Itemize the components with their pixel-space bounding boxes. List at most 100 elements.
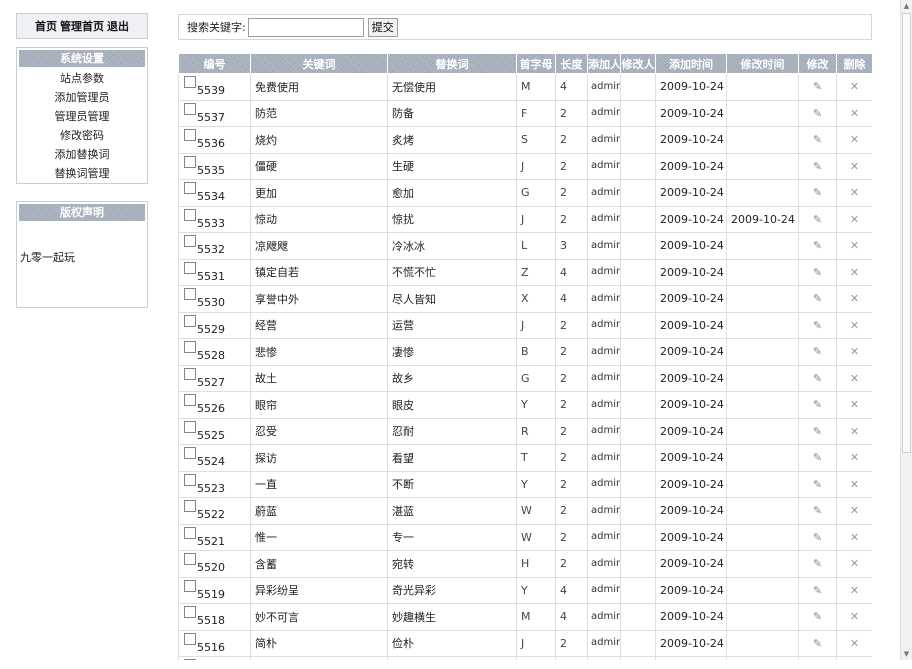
edit-cell[interactable]: ✎ <box>798 470 837 498</box>
cross-icon[interactable]: ✕ <box>850 451 859 464</box>
edit-cell[interactable]: ✎ <box>798 523 837 551</box>
pencil-icon[interactable]: ✎ <box>813 372 822 385</box>
pencil-icon[interactable]: ✎ <box>813 398 822 411</box>
row-checkbox[interactable] <box>184 526 196 539</box>
row-checkbox[interactable] <box>184 659 196 660</box>
cross-icon[interactable]: ✕ <box>850 504 859 517</box>
row-checkbox[interactable] <box>184 182 196 194</box>
cross-icon[interactable]: ✕ <box>850 80 859 93</box>
row-checkbox[interactable] <box>184 102 196 115</box>
edit-cell[interactable]: ✎ <box>798 338 837 366</box>
sidebar-item-admin-manage[interactable]: 管理员管理 <box>17 107 147 126</box>
cross-icon[interactable]: ✕ <box>850 292 859 305</box>
delete-cell[interactable]: ✕ <box>836 656 872 660</box>
search-input[interactable] <box>247 17 364 37</box>
pencil-icon[interactable]: ✎ <box>813 266 822 279</box>
page-scrollbar[interactable]: ▲ ▼ <box>900 0 912 660</box>
pencil-icon[interactable]: ✎ <box>813 133 822 146</box>
sidebar-item-add-replace-word[interactable]: 添加替换词 <box>17 145 147 164</box>
cross-icon[interactable]: ✕ <box>850 372 859 385</box>
delete-cell[interactable]: ✕ <box>836 550 872 578</box>
cross-icon[interactable]: ✕ <box>850 531 859 544</box>
row-checkbox[interactable] <box>184 553 196 565</box>
submit-button[interactable]: 提交 <box>367 17 398 37</box>
row-checkbox[interactable] <box>184 394 196 406</box>
pencil-icon[interactable]: ✎ <box>813 186 822 199</box>
edit-cell[interactable]: ✎ <box>798 444 837 472</box>
row-checkbox[interactable] <box>184 420 196 433</box>
pencil-icon[interactable]: ✎ <box>813 160 822 173</box>
row-checkbox[interactable] <box>184 606 196 618</box>
edit-cell[interactable]: ✎ <box>798 364 837 392</box>
sidebar-item-add-admin[interactable]: 添加管理员 <box>17 88 147 107</box>
row-checkbox[interactable] <box>184 288 196 300</box>
delete-cell[interactable]: ✕ <box>836 364 872 392</box>
admin-home-link[interactable]: 管理首页 <box>60 18 104 34</box>
cross-icon[interactable]: ✕ <box>850 637 859 650</box>
pencil-icon[interactable]: ✎ <box>813 107 822 120</box>
edit-cell[interactable]: ✎ <box>798 629 837 657</box>
pencil-icon[interactable]: ✎ <box>813 451 822 464</box>
sidebar-item-site-params[interactable]: 站点参数 <box>17 69 147 88</box>
delete-cell[interactable]: ✕ <box>836 629 872 657</box>
edit-cell[interactable]: ✎ <box>798 179 837 207</box>
row-checkbox[interactable] <box>184 579 196 592</box>
pencil-icon[interactable]: ✎ <box>813 319 822 332</box>
edit-cell[interactable]: ✎ <box>798 285 837 313</box>
cross-icon[interactable]: ✕ <box>850 610 859 623</box>
pencil-icon[interactable]: ✎ <box>813 610 822 623</box>
sidebar-item-replace-word-manage[interactable]: 替换词管理 <box>17 164 147 183</box>
edit-cell[interactable]: ✎ <box>798 656 837 660</box>
pencil-icon[interactable]: ✎ <box>813 557 822 570</box>
pencil-icon[interactable]: ✎ <box>813 239 822 252</box>
cross-icon[interactable]: ✕ <box>850 266 859 279</box>
sidebar-item-change-password[interactable]: 修改密码 <box>17 126 147 145</box>
pencil-icon[interactable]: ✎ <box>813 637 822 650</box>
pencil-icon[interactable]: ✎ <box>813 478 822 491</box>
edit-cell[interactable]: ✎ <box>798 576 837 604</box>
edit-cell[interactable]: ✎ <box>798 603 837 631</box>
row-checkbox[interactable] <box>184 314 196 327</box>
row-checkbox[interactable] <box>184 129 196 141</box>
delete-cell[interactable]: ✕ <box>836 497 872 525</box>
row-checkbox[interactable] <box>184 208 196 221</box>
pencil-icon[interactable]: ✎ <box>813 504 822 517</box>
cross-icon[interactable]: ✕ <box>850 160 859 173</box>
row-checkbox[interactable] <box>184 261 196 274</box>
logout-link[interactable]: 退出 <box>107 18 129 34</box>
scroll-down-icon[interactable]: ▼ <box>901 648 912 660</box>
delete-cell[interactable]: ✕ <box>836 285 872 313</box>
row-checkbox[interactable] <box>184 473 196 486</box>
cross-icon[interactable]: ✕ <box>850 107 859 120</box>
cross-icon[interactable]: ✕ <box>850 319 859 332</box>
row-checkbox[interactable] <box>184 367 196 380</box>
delete-cell[interactable]: ✕ <box>836 470 872 498</box>
pencil-icon[interactable]: ✎ <box>813 292 822 305</box>
edit-cell[interactable]: ✎ <box>798 205 837 233</box>
cross-icon[interactable]: ✕ <box>850 186 859 199</box>
delete-cell[interactable]: ✕ <box>836 417 872 445</box>
delete-cell[interactable]: ✕ <box>836 444 872 472</box>
edit-cell[interactable]: ✎ <box>798 417 837 445</box>
delete-cell[interactable]: ✕ <box>836 73 872 101</box>
home-link[interactable]: 首页 <box>35 18 57 34</box>
delete-cell[interactable]: ✕ <box>836 523 872 551</box>
row-checkbox[interactable] <box>184 235 196 247</box>
row-checkbox[interactable] <box>184 500 196 512</box>
edit-cell[interactable]: ✎ <box>798 73 837 101</box>
edit-cell[interactable]: ✎ <box>798 99 837 127</box>
delete-cell[interactable]: ✕ <box>836 152 872 180</box>
cross-icon[interactable]: ✕ <box>850 584 859 597</box>
edit-cell[interactable]: ✎ <box>798 311 837 339</box>
edit-cell[interactable]: ✎ <box>798 152 837 180</box>
edit-cell[interactable]: ✎ <box>798 391 837 419</box>
delete-cell[interactable]: ✕ <box>836 391 872 419</box>
cross-icon[interactable]: ✕ <box>850 345 859 358</box>
pencil-icon[interactable]: ✎ <box>813 80 822 93</box>
cross-icon[interactable]: ✕ <box>850 398 859 411</box>
row-checkbox[interactable] <box>184 447 196 459</box>
scroll-up-icon[interactable]: ▲ <box>901 0 912 12</box>
row-checkbox[interactable] <box>184 76 196 88</box>
delete-cell[interactable]: ✕ <box>836 258 872 286</box>
pencil-icon[interactable]: ✎ <box>813 425 822 438</box>
